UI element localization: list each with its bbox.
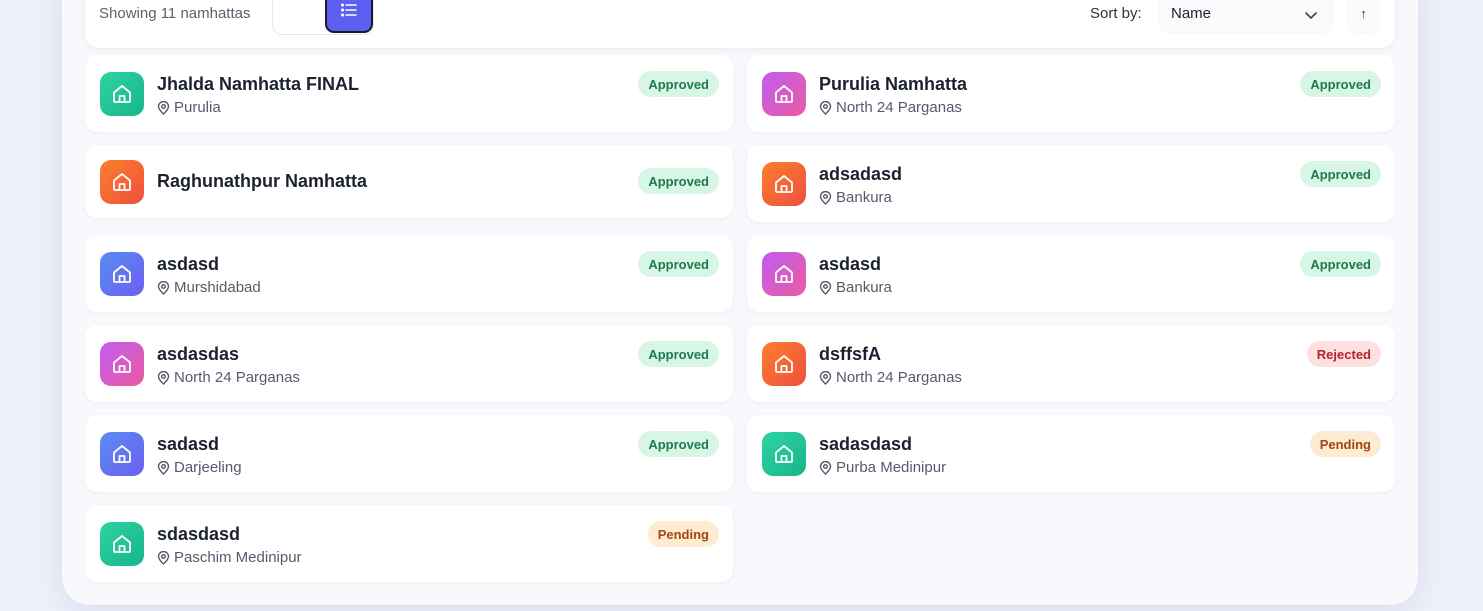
- home-icon: [111, 533, 133, 555]
- namhatta-avatar: [100, 160, 144, 204]
- namhatta-card[interactable]: asdasd Bankura Approved: [747, 235, 1395, 312]
- namhatta-location: North 24 Parganas: [819, 369, 962, 386]
- view-toggle: [272, 0, 940, 72]
- namhatta-location: Purba Medinipur: [819, 459, 946, 476]
- namhatta-card[interactable]: Raghunathpur Namhatta Approved: [85, 145, 733, 218]
- namhatta-card[interactable]: sadasd Darjeeling Approved: [85, 415, 733, 492]
- location-text: Bankura: [836, 189, 892, 206]
- namhatta-location: Purulia: [157, 99, 221, 116]
- status-badge: Approved: [1300, 251, 1381, 277]
- namhatta-location: North 24 Parganas: [819, 99, 962, 116]
- home-icon: [111, 443, 133, 465]
- namhatta-location: Bankura: [819, 189, 892, 206]
- location-text: North 24 Parganas: [836, 99, 962, 116]
- list-toolbar: Showing 11 namhattas Sort by: Name ↑: [85, 0, 1395, 72]
- status-badge: Pending: [647, 521, 719, 547]
- namhatta-card[interactable]: Purulia Namhatta North 24 Parganas Approve…: [747, 55, 1395, 132]
- sort-select[interactable]: Name: [1158, 0, 1334, 34]
- map-pin-icon: [157, 370, 170, 385]
- namhatta-location: North 24 Parganas: [157, 369, 300, 386]
- location-text: Paschim Medinipur: [174, 549, 302, 566]
- status-badge: Approved: [638, 341, 719, 367]
- home-icon: [773, 173, 795, 195]
- namhatta-name: asdasd: [157, 254, 220, 274]
- location-text: North 24 Parganas: [174, 369, 300, 386]
- namhatta-avatar: [762, 432, 806, 476]
- map-pin-icon: [819, 460, 832, 475]
- namhatta-location: Bankura: [819, 279, 892, 296]
- map-pin-icon: [157, 550, 170, 565]
- map-pin-icon: [819, 370, 832, 385]
- namhatta-card[interactable]: sadasdasd Purba Medinipur Pending: [747, 415, 1395, 492]
- chevron-down-icon: [1304, 7, 1318, 25]
- home-icon: [773, 263, 795, 285]
- namhatta-name: Raghunathpur Namhatta: [157, 171, 368, 191]
- namhatta-name: sadasd: [157, 434, 220, 454]
- namhatta-name: sadasdasd: [819, 434, 913, 454]
- sort-label: Sort by:: [1090, 5, 1142, 22]
- namhatta-avatar: [762, 162, 806, 206]
- namhatta-avatar: [100, 252, 144, 296]
- location-text: Purulia: [174, 99, 221, 116]
- status-badge: Approved: [638, 168, 719, 194]
- namhatta-card[interactable]: sdasdasd Paschim Medinipur Pending: [85, 505, 733, 582]
- namhatta-name: sdasdasd: [157, 524, 241, 544]
- map-pin-icon: [157, 280, 170, 295]
- home-icon: [111, 353, 133, 375]
- location-text: North 24 Parganas: [836, 369, 962, 386]
- status-badge: Approved: [638, 431, 719, 457]
- map-pin-icon: [819, 100, 832, 115]
- list-view-button[interactable]: [325, 0, 373, 33]
- namhatta-name: asdasdas: [157, 344, 240, 364]
- home-icon: [111, 171, 133, 193]
- home-icon: [773, 83, 795, 105]
- home-icon: [773, 443, 795, 465]
- status-badge: Pending: [1309, 431, 1381, 457]
- status-badge: Approved: [638, 251, 719, 277]
- map-pin-icon: [157, 460, 170, 475]
- status-badge: Approved: [638, 71, 719, 97]
- location-text: Murshidabad: [174, 279, 261, 296]
- namhatta-name: Purulia Namhatta: [819, 74, 968, 94]
- namhatta-avatar: [762, 252, 806, 296]
- namhatta-card[interactable]: asdasd Murshidabad Approved: [85, 235, 733, 312]
- status-badge: Approved: [1300, 71, 1381, 97]
- namhatta-card[interactable]: asdasdas North 24 Parganas Approved: [85, 325, 733, 402]
- home-icon: [111, 263, 133, 285]
- home-icon: [111, 83, 133, 105]
- namhatta-name: dsffsfA: [819, 344, 881, 364]
- results-count: Showing 11 namhattas: [99, 5, 251, 22]
- namhatta-card[interactable]: adsadasd Bankura Approved: [747, 145, 1395, 222]
- namhatta-avatar: [100, 342, 144, 386]
- location-text: Darjeeling: [174, 459, 242, 476]
- list-icon: [340, 2, 358, 23]
- namhatta-location: Darjeeling: [157, 459, 242, 476]
- sort-select-value: Name: [1171, 5, 1212, 22]
- namhatta-location: Murshidabad: [157, 279, 261, 296]
- map-pin-icon: [157, 100, 170, 115]
- namhatta-name: adsadasd: [819, 164, 903, 184]
- map-pin-icon: [819, 190, 832, 205]
- map-pin-icon: [819, 280, 832, 295]
- namhatta-avatar: [100, 72, 144, 116]
- home-icon: [773, 353, 795, 375]
- namhatta-avatar: [100, 522, 144, 566]
- sort-direction-button[interactable]: ↑: [1347, 0, 1380, 34]
- namhatta-card[interactable]: dsffsfA North 24 Parganas Rejected: [747, 325, 1395, 402]
- namhatta-avatar: [762, 72, 806, 116]
- namhatta-location: Paschim Medinipur: [157, 549, 302, 566]
- status-badge: Rejected: [1306, 341, 1381, 367]
- location-text: Purba Medinipur: [836, 459, 947, 476]
- namhatta-card[interactable]: Jhalda Namhatta FINAL Purulia Approved: [85, 55, 733, 132]
- namhatta-name: Jhalda Namhatta FINAL: [157, 74, 360, 94]
- namhatta-avatar: [762, 342, 806, 386]
- namhatta-name: asdasd: [819, 254, 882, 274]
- status-badge: Approved: [1300, 161, 1381, 187]
- namhatta-avatar: [100, 432, 144, 476]
- location-text: Bankura: [836, 279, 892, 296]
